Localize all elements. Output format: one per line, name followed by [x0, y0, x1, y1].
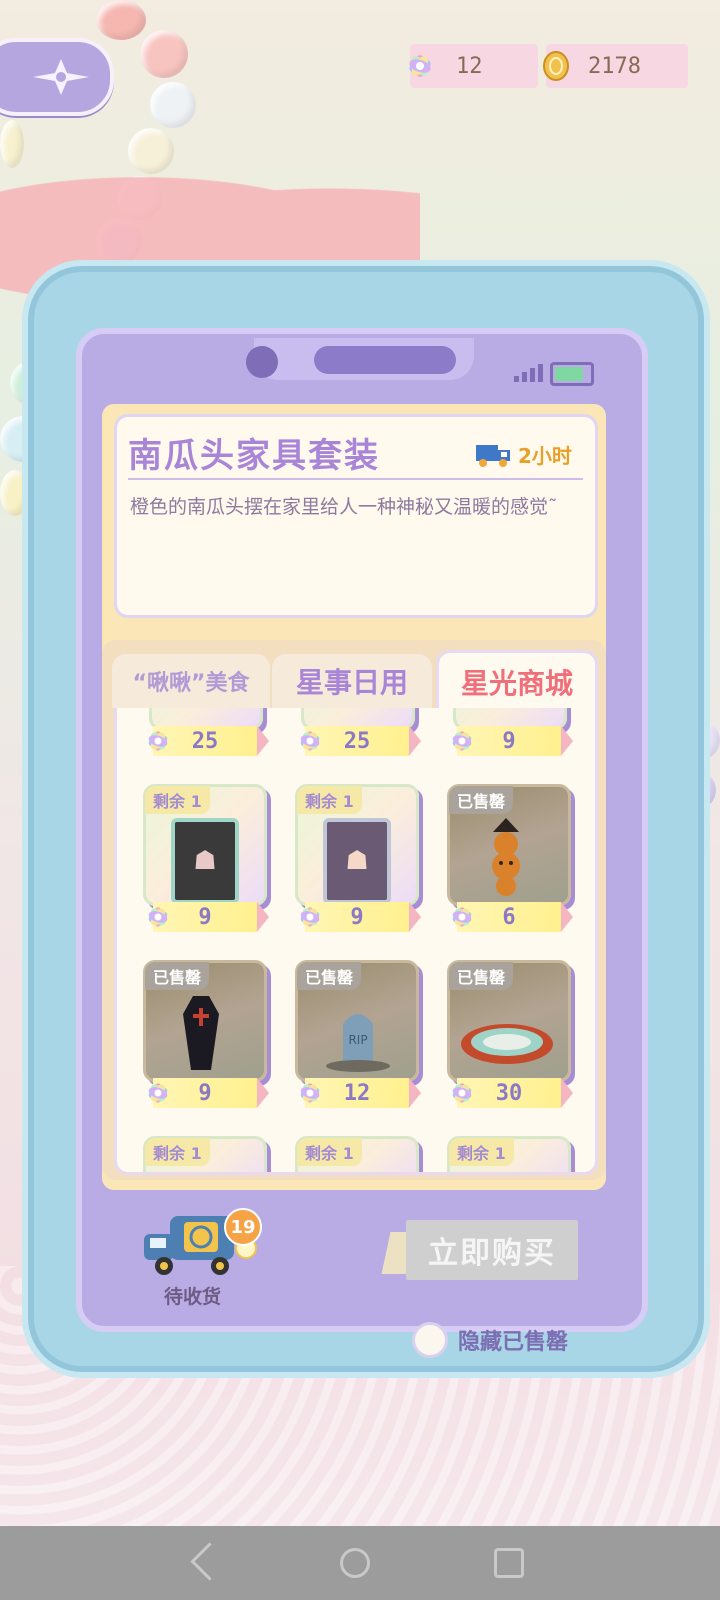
product-description: 橙色的南瓜头摆在家里给人一种神秘又温暖的感觉˜: [130, 496, 558, 518]
status-badge: 剩余 1: [449, 1138, 514, 1166]
coffin-icon: [181, 994, 221, 1072]
bead-decoration: [0, 120, 24, 168]
gem-icon: [295, 1078, 325, 1108]
price-value: 9: [198, 904, 212, 930]
buy-now-button[interactable]: 立即购买: [406, 1220, 578, 1280]
list-item[interactable]: 9: [447, 708, 573, 758]
bead-decoration: [150, 82, 196, 128]
status-badge: 剩余 1: [145, 1138, 210, 1166]
pumpkin-icon: [481, 818, 531, 896]
truck-icon: [476, 444, 510, 467]
gem-icon: [143, 1078, 173, 1108]
list-item[interactable]: 25: [143, 708, 269, 758]
tab-daily-goods[interactable]: 星事日用: [272, 654, 432, 708]
list-item[interactable]: 已售罄 6: [447, 784, 573, 934]
gem-icon: [143, 726, 173, 756]
status-badge: 已售罄: [449, 786, 514, 814]
back-nav-icon[interactable]: [190, 1542, 229, 1581]
system-nav-bar: [0, 1526, 720, 1600]
battery-icon: [550, 362, 594, 386]
tab-starlight-mall[interactable]: 星光商城: [436, 650, 598, 711]
radio-checkbox[interactable]: [412, 1322, 448, 1358]
back-button[interactable]: [0, 38, 114, 116]
price-value: 9: [502, 728, 516, 754]
price-value: 9: [350, 904, 364, 930]
product-title: 南瓜头家具套装: [128, 436, 380, 476]
bead-decoration: [128, 128, 174, 174]
gem-icon: [295, 726, 325, 756]
signal-icon: [514, 364, 543, 382]
camera-decoration: [246, 346, 278, 378]
bead-decoration: [96, 0, 146, 40]
list-item[interactable]: 剩余 1 ☗ 9: [143, 784, 269, 934]
status-badge: 已售罄: [297, 962, 362, 990]
compass-star-icon: [33, 59, 89, 95]
item-grid[interactable]: 25 25 9 剩余 1 ☗ 9 剩余 1 ☗ 9 已售罄 6 已售罄 9 已售…: [114, 708, 598, 1175]
hide-sold-label: 隐藏已售罄: [458, 1330, 569, 1355]
status-badge: 已售罄: [145, 962, 210, 990]
card-icon: ☗: [323, 818, 391, 904]
price-value: 12: [343, 1080, 371, 1106]
gravestone-icon: RIP: [323, 994, 393, 1072]
gem-icon: [143, 902, 173, 932]
coin-icon: [538, 48, 574, 84]
list-item[interactable]: 25: [295, 708, 421, 758]
gem-icon: [447, 1078, 477, 1108]
status-badge: 已售罄: [449, 962, 514, 990]
gem-counter: 12: [409, 44, 538, 88]
list-item[interactable]: 剩余 1: [295, 1136, 421, 1172]
gem-icon: [447, 726, 477, 756]
bead-decoration: [140, 30, 188, 78]
status-badge: 剩余 1: [297, 1138, 362, 1166]
tab-food[interactable]: “啾啾”美食: [112, 654, 270, 708]
status-badge: 剩余 1: [145, 786, 210, 814]
price-value: 6: [502, 904, 516, 930]
list-item[interactable]: 剩余 1 ☗ 9: [295, 784, 421, 934]
gem-count: 12: [456, 53, 483, 79]
recents-nav-icon[interactable]: [494, 1548, 524, 1578]
price-value: 25: [343, 728, 371, 754]
home-nav-icon[interactable]: [340, 1548, 370, 1578]
hide-sold-toggle[interactable]: 隐藏已售罄: [412, 1322, 568, 1358]
gem-icon: [447, 902, 477, 932]
coin-count: 2178: [588, 53, 641, 79]
price-value: 30: [495, 1080, 523, 1106]
status-badge: 剩余 1: [297, 786, 362, 814]
list-item[interactable]: 剩余 1: [447, 1136, 573, 1172]
svg-text:RIP: RIP: [348, 1033, 367, 1047]
list-item[interactable]: 剩余 1: [143, 1136, 269, 1172]
speaker-decoration: [314, 346, 456, 374]
pending-count-badge: 19: [224, 1208, 262, 1246]
coin-counter: 2178: [543, 44, 688, 88]
delivery-time-label: 2小时: [518, 444, 572, 468]
pending-delivery-label: 待收货: [164, 1286, 222, 1308]
list-item[interactable]: 已售罄 9: [143, 960, 269, 1110]
delivery-time: 2小时: [474, 440, 572, 469]
card-icon: ☗: [171, 818, 239, 904]
list-item[interactable]: 已售罄 30: [447, 960, 573, 1110]
price-value: 9: [198, 1080, 212, 1106]
gem-icon: [402, 48, 438, 84]
gem-icon: [295, 902, 325, 932]
divider: [128, 478, 583, 480]
rug-icon: [459, 1018, 555, 1068]
list-item[interactable]: 已售罄 RIP 12: [295, 960, 421, 1110]
price-value: 25: [191, 728, 219, 754]
